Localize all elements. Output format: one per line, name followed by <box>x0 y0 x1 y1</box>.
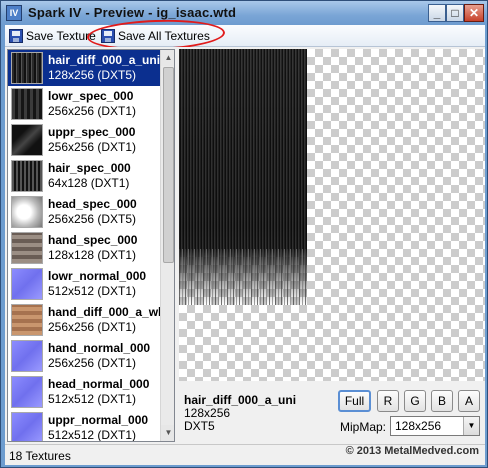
mipmap-value: 128x256 <box>395 419 442 433</box>
scrollbar-thumb[interactable] <box>163 67 174 263</box>
maximize-button[interactable]: □ <box>446 4 464 22</box>
texture-list-item[interactable]: hand_diff_000_a_wh 256x256 (DXT1) <box>8 302 160 338</box>
texture-thumbnail <box>11 160 43 192</box>
toolbar: Save Texture Save All Textures <box>5 25 485 47</box>
texture-list[interactable]: hair_diff_000_a_uni 128x256 (DXT5) lowr_sp… <box>7 49 175 442</box>
texture-list-scrollbar[interactable]: ▲ ▼ <box>160 50 174 441</box>
main-content: hair_diff_000_a_uni 128x256 (DXT5) lowr_sp… <box>5 47 485 444</box>
green-channel-button[interactable]: G <box>404 390 426 412</box>
texture-list-item[interactable]: hair_spec_000 64x128 (DXT1) <box>8 158 160 194</box>
window-title: Spark IV - Preview - ig_isaac.wtd <box>28 5 237 20</box>
texture-thumbnail <box>11 88 43 120</box>
texture-image-fringe <box>179 249 307 305</box>
app-window: IV Spark IV - Preview - ig_isaac.wtd _ □… <box>0 0 488 468</box>
alpha-channel-button[interactable]: A <box>458 390 480 412</box>
texture-name: head_normal_000 <box>48 377 150 391</box>
texture-thumbnail <box>11 196 43 228</box>
texture-thumbnail <box>11 268 43 300</box>
texture-info: 512x512 (DXT1) <box>48 428 137 442</box>
title-bar[interactable]: IV Spark IV - Preview - ig_isaac.wtd _ □… <box>1 1 487 25</box>
texture-list-item[interactable]: head_spec_000 256x256 (DXT5) <box>8 194 160 230</box>
texture-info: 512x512 (DXT1) <box>48 392 137 406</box>
texture-list-item[interactable]: hair_diff_000_a_uni 128x256 (DXT5) <box>8 50 160 86</box>
texture-thumbnail <box>11 232 43 264</box>
texture-details: hair_diff_000_a_uni 128x256 DXT5 Full R … <box>179 383 485 442</box>
texture-name: hand_diff_000_a_wh <box>48 305 160 319</box>
scroll-down-icon[interactable]: ▼ <box>161 425 174 441</box>
texture-info: 256x256 (DXT5) <box>48 212 137 226</box>
texture-list-item[interactable]: hand_spec_000 128x128 (DXT1) <box>8 230 160 266</box>
texture-list-item[interactable]: uppr_spec_000 256x256 (DXT1) <box>8 122 160 158</box>
texture-info: 512x512 (DXT1) <box>48 284 137 298</box>
texture-info: 256x256 (DXT1) <box>48 140 137 154</box>
texture-info: 64x128 (DXT1) <box>48 176 130 190</box>
texture-name: head_spec_000 <box>48 197 137 211</box>
texture-name: lowr_normal_000 <box>48 269 147 283</box>
texture-list-item[interactable]: lowr_spec_000 256x256 (DXT1) <box>8 86 160 122</box>
chevron-down-icon[interactable]: ▼ <box>463 417 479 435</box>
texture-list-item[interactable]: lowr_normal_000 512x512 (DXT1) <box>8 266 160 302</box>
texture-info: 256x256 (DXT1) <box>48 320 137 334</box>
texture-name: hand_spec_000 <box>48 233 138 247</box>
detail-format: DXT5 <box>184 419 215 433</box>
save-texture-button[interactable]: Save Texture <box>7 27 98 45</box>
full-channel-button[interactable]: Full <box>338 390 371 412</box>
texture-info: 128x128 (DXT1) <box>48 248 137 262</box>
texture-name: hand_normal_000 <box>48 341 151 355</box>
copyright-watermark: © 2013 MetalMedved.com <box>345 445 479 457</box>
texture-list-item[interactable]: uppr_normal_000 512x512 (DXT1) <box>8 410 160 442</box>
save-icon <box>9 29 23 43</box>
texture-info: 128x256 (DXT5) <box>48 68 137 82</box>
close-button[interactable]: ✕ <box>464 4 484 22</box>
texture-name: hair_diff_000_a_uni <box>48 53 160 67</box>
texture-info: 256x256 (DXT1) <box>48 356 137 370</box>
texture-list-item[interactable]: head_normal_000 512x512 (DXT1) <box>8 374 160 410</box>
texture-name: lowr_spec_000 <box>48 89 134 103</box>
detail-dimensions: 128x256 <box>184 406 231 420</box>
blue-channel-button[interactable]: B <box>431 390 453 412</box>
scroll-up-icon[interactable]: ▲ <box>161 50 174 66</box>
texture-info: 256x256 (DXT1) <box>48 104 137 118</box>
texture-name: uppr_spec_000 <box>48 125 136 139</box>
texture-thumbnail <box>11 412 43 441</box>
app-icon: IV <box>6 5 22 21</box>
status-texture-count: 18 Textures <box>9 449 71 463</box>
status-bar: 18 Textures © 2013 MetalMedved.com <box>5 444 485 465</box>
red-channel-button[interactable]: R <box>377 390 399 412</box>
texture-thumbnail <box>11 304 43 336</box>
texture-list-item[interactable]: hand_normal_000 256x256 (DXT1) <box>8 338 160 374</box>
texture-preview <box>179 49 485 381</box>
save-texture-label: Save Texture <box>26 29 96 43</box>
texture-thumbnail <box>11 340 43 372</box>
minimize-button[interactable]: _ <box>428 4 446 22</box>
texture-thumbnail <box>11 124 43 156</box>
texture-name: hair_spec_000 <box>48 161 131 175</box>
texture-thumbnail <box>11 52 43 84</box>
texture-thumbnail <box>11 376 43 408</box>
mipmap-select[interactable]: 128x256 ▼ <box>390 416 480 436</box>
mipmap-label: MipMap: <box>340 420 387 434</box>
texture-name: uppr_normal_000 <box>48 413 149 427</box>
detail-name: hair_diff_000_a_uni <box>184 393 297 407</box>
